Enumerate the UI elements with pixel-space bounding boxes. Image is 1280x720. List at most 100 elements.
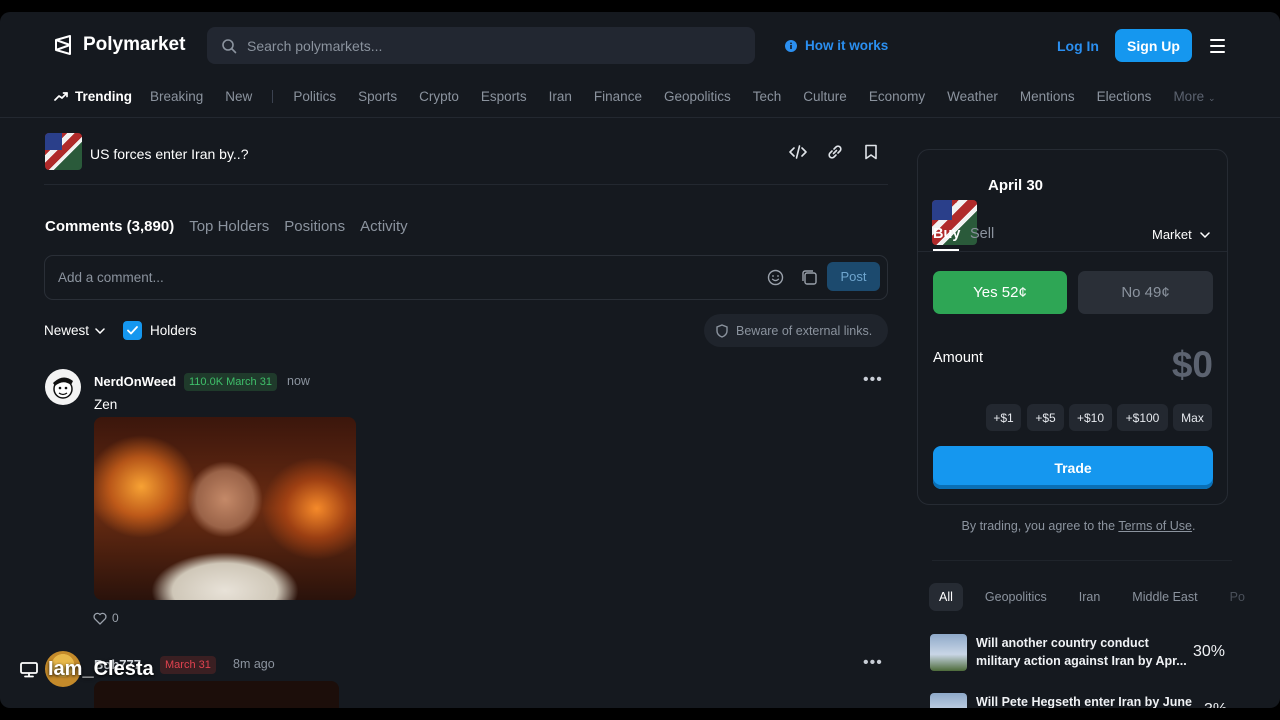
related-market-thumbnail: [930, 634, 967, 671]
order-type-dropdown[interactable]: Market: [1152, 227, 1210, 242]
sort-dropdown[interactable]: Newest: [44, 323, 105, 338]
emoji-icon[interactable]: [767, 269, 784, 291]
more-options-icon[interactable]: •••: [863, 654, 883, 672]
related-tab-geopolitics[interactable]: Geopolitics: [975, 583, 1057, 611]
terms-notice: By trading, you agree to the Terms of Us…: [917, 519, 1240, 533]
how-it-works-link[interactable]: How it works: [785, 38, 888, 53]
comment-time: now: [287, 374, 310, 388]
streamer-name: Iam_Clesta: [48, 658, 154, 680]
nav-item-economy[interactable]: Economy: [869, 89, 925, 104]
nav-more[interactable]: More ⌄: [1173, 89, 1215, 104]
login-button[interactable]: Log In: [1057, 38, 1099, 54]
nav-trending-label: Trending: [75, 89, 132, 104]
holder-badge: 110.0K March 31: [184, 373, 277, 391]
embed-icon[interactable]: [789, 144, 807, 165]
sort-label: Newest: [44, 323, 90, 338]
amount-input[interactable]: $0: [1130, 344, 1213, 386]
add-1-button[interactable]: +$1: [986, 404, 1021, 431]
related-market-title[interactable]: Will another country conduct military ac…: [976, 634, 1187, 670]
nav-item-crypto[interactable]: Crypto: [419, 89, 459, 104]
tab-positions[interactable]: Positions: [284, 218, 345, 235]
chevron-down-icon: ⌄: [1207, 93, 1216, 103]
comment-gif-image[interactable]: [94, 681, 339, 708]
holders-checkbox[interactable]: [123, 321, 142, 340]
monitor-icon: [20, 661, 38, 677]
related-market-percent: 3%: [1204, 701, 1227, 708]
related-market-title[interactable]: Will Pete Hegseth enter Iran by June: [976, 693, 1192, 708]
nav-item-tech[interactable]: Tech: [753, 89, 782, 104]
app-window: Polymarket How it works Log In Sign Up T…: [0, 12, 1280, 708]
related-divider: [932, 560, 1232, 561]
trade-button[interactable]: Trade: [933, 446, 1213, 489]
comment-gif-image[interactable]: [94, 417, 356, 600]
holders-label: Holders: [150, 323, 197, 338]
comment-input[interactable]: [58, 270, 738, 285]
add-5-button[interactable]: +$5: [1027, 404, 1064, 431]
tab-buy[interactable]: Buy: [933, 226, 960, 242]
add-10-button[interactable]: +$10: [1069, 404, 1112, 431]
chevron-down-icon: [95, 327, 105, 334]
related-market-thumbnail: [930, 693, 967, 708]
link-icon[interactable]: [827, 144, 843, 165]
market-title: US forces enter Iran by..?: [90, 146, 249, 162]
nav-item-elections[interactable]: Elections: [1097, 89, 1152, 104]
nav-item-geopolitics[interactable]: Geopolitics: [664, 89, 731, 104]
trade-divider: [918, 251, 1227, 252]
nav-item-mentions[interactable]: Mentions: [1020, 89, 1075, 104]
nav-divider: [272, 90, 274, 103]
holders-filter[interactable]: Holders: [123, 321, 197, 340]
tab-top-holders[interactable]: Top Holders: [189, 218, 269, 235]
nav-item-iran[interactable]: Iran: [549, 89, 572, 104]
polymarket-logo-icon: [55, 35, 71, 55]
add-100-button[interactable]: +$100: [1117, 404, 1168, 431]
comment-time: 8m ago: [233, 657, 275, 671]
bookmark-icon[interactable]: [864, 144, 878, 165]
category-nav: Trending Breaking New Politics Sports Cr…: [54, 89, 1238, 104]
heart-icon: [93, 612, 107, 625]
terms-link[interactable]: Terms of Use: [1118, 519, 1192, 533]
like-button[interactable]: 0: [93, 611, 119, 625]
more-options-icon[interactable]: •••: [863, 371, 883, 389]
hamburger-menu-icon[interactable]: [1210, 39, 1225, 57]
avatar[interactable]: [45, 369, 81, 405]
nav-item-finance[interactable]: Finance: [594, 89, 642, 104]
nav-item-weather[interactable]: Weather: [947, 89, 998, 104]
trending-icon: [54, 92, 68, 101]
comment-username[interactable]: NerdOnWeed: [94, 374, 176, 389]
yes-outcome-button[interactable]: Yes 52¢: [933, 271, 1067, 314]
related-tab-all[interactable]: All: [929, 583, 963, 611]
beware-notice: Beware of external links.: [704, 314, 888, 347]
search-input[interactable]: [247, 37, 727, 54]
nav-item-sports[interactable]: Sports: [358, 89, 397, 104]
signup-button[interactable]: Sign Up: [1115, 29, 1192, 62]
search-icon: [222, 38, 237, 53]
like-count: 0: [112, 611, 119, 625]
header-divider: [44, 184, 888, 185]
nav-item-new[interactable]: New: [225, 89, 252, 104]
check-icon: [127, 326, 138, 335]
outcome-title: April 30: [988, 177, 1044, 194]
no-outcome-button[interactable]: No 49¢: [1078, 271, 1213, 314]
nav-item-politics[interactable]: Politics: [293, 89, 336, 104]
tab-comments[interactable]: Comments (3,890): [45, 218, 174, 235]
nav-item-breaking[interactable]: Breaking: [150, 89, 203, 104]
stream-overlay: Iam_Clesta: [20, 658, 154, 681]
related-tab-middle-east[interactable]: Middle East: [1122, 583, 1207, 611]
post-button[interactable]: Post: [827, 262, 880, 291]
max-button[interactable]: Max: [1173, 404, 1212, 431]
related-tab-iran[interactable]: Iran: [1069, 583, 1111, 611]
amount-label: Amount: [933, 350, 983, 366]
related-tabs: All Geopolitics Iran Middle East Po: [929, 583, 1267, 611]
tab-sell[interactable]: Sell: [970, 226, 994, 242]
nav-item-esports[interactable]: Esports: [481, 89, 527, 104]
related-market-percent: 30%: [1193, 643, 1226, 660]
nav-item-culture[interactable]: Culture: [803, 89, 847, 104]
brand-name: Polymarket: [83, 34, 186, 55]
brand-logo[interactable]: Polymarket: [53, 34, 185, 56]
related-tab-more[interactable]: Po: [1220, 583, 1255, 611]
search-bar[interactable]: [207, 27, 755, 64]
gif-icon[interactable]: [801, 269, 818, 291]
tab-activity[interactable]: Activity: [360, 218, 408, 235]
beware-text: Beware of external links.: [736, 323, 873, 338]
nav-trending[interactable]: Trending: [54, 89, 132, 104]
